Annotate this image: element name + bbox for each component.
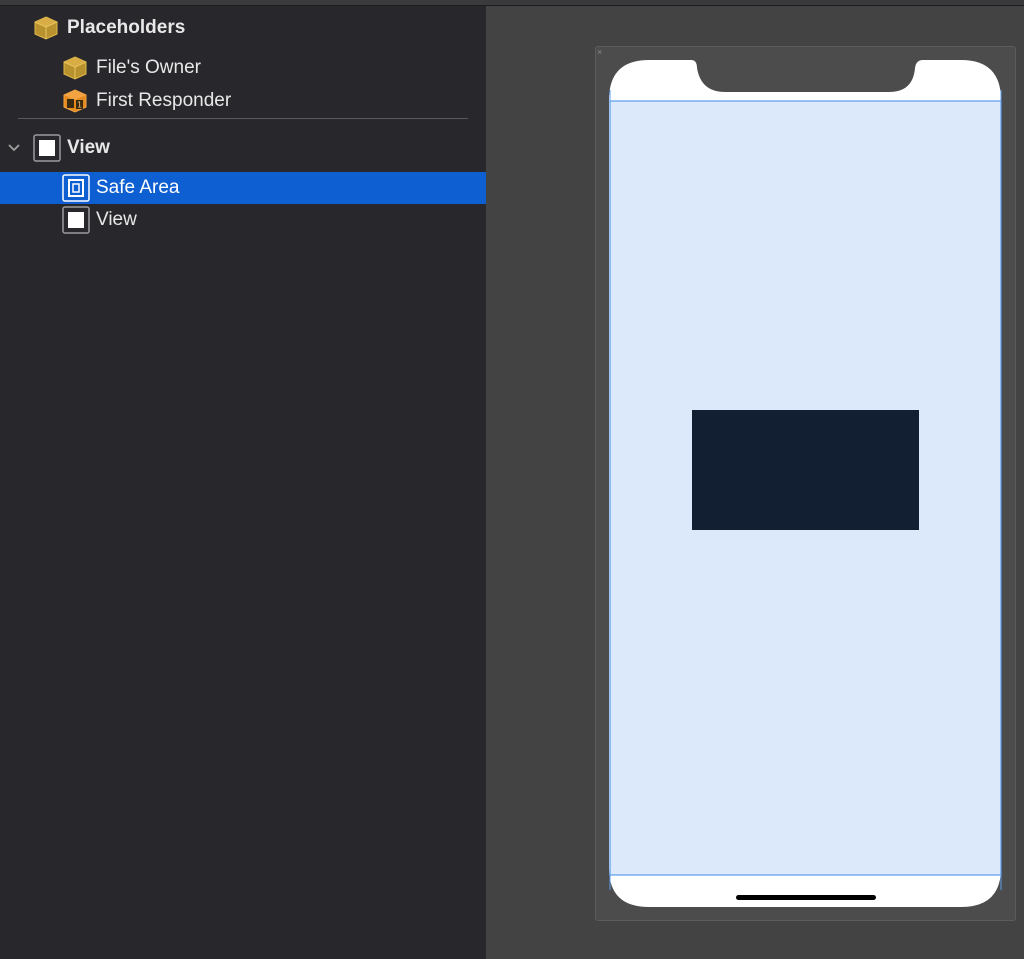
- outline-placeholders-header[interactable]: Placeholders: [0, 12, 486, 44]
- svg-text:1: 1: [77, 101, 82, 110]
- outline-item-label: View: [96, 209, 137, 230]
- outline-item-view[interactable]: View: [0, 132, 486, 164]
- outline-item-label: First Responder: [96, 90, 232, 111]
- cube-icon: [63, 56, 87, 80]
- outline-item-label: File's Owner: [96, 57, 201, 78]
- iphone-device-frame[interactable]: [609, 60, 1002, 908]
- view-icon: [33, 134, 61, 162]
- outline-view-label: View: [67, 137, 110, 158]
- home-indicator: [736, 895, 876, 900]
- safe-area-icon: [62, 174, 90, 202]
- first-responder-icon: 1: [63, 89, 87, 113]
- outline-item-first-responder[interactable]: 1 First Responder: [0, 85, 486, 117]
- outline-item-child-view[interactable]: View: [0, 204, 486, 236]
- close-icon[interactable]: ×: [597, 48, 606, 57]
- outline-divider: [18, 118, 468, 119]
- outline-item-files-owner[interactable]: File's Owner: [0, 52, 486, 84]
- outline-item-label: Safe Area: [96, 177, 180, 198]
- outline-item-safe-area[interactable]: Safe Area: [0, 172, 486, 204]
- outline-placeholders-label: Placeholders: [67, 17, 186, 38]
- inner-view[interactable]: [692, 410, 919, 530]
- chevron-down-icon[interactable]: [7, 143, 21, 153]
- cube-icon: [34, 16, 58, 40]
- view-icon: [62, 206, 90, 234]
